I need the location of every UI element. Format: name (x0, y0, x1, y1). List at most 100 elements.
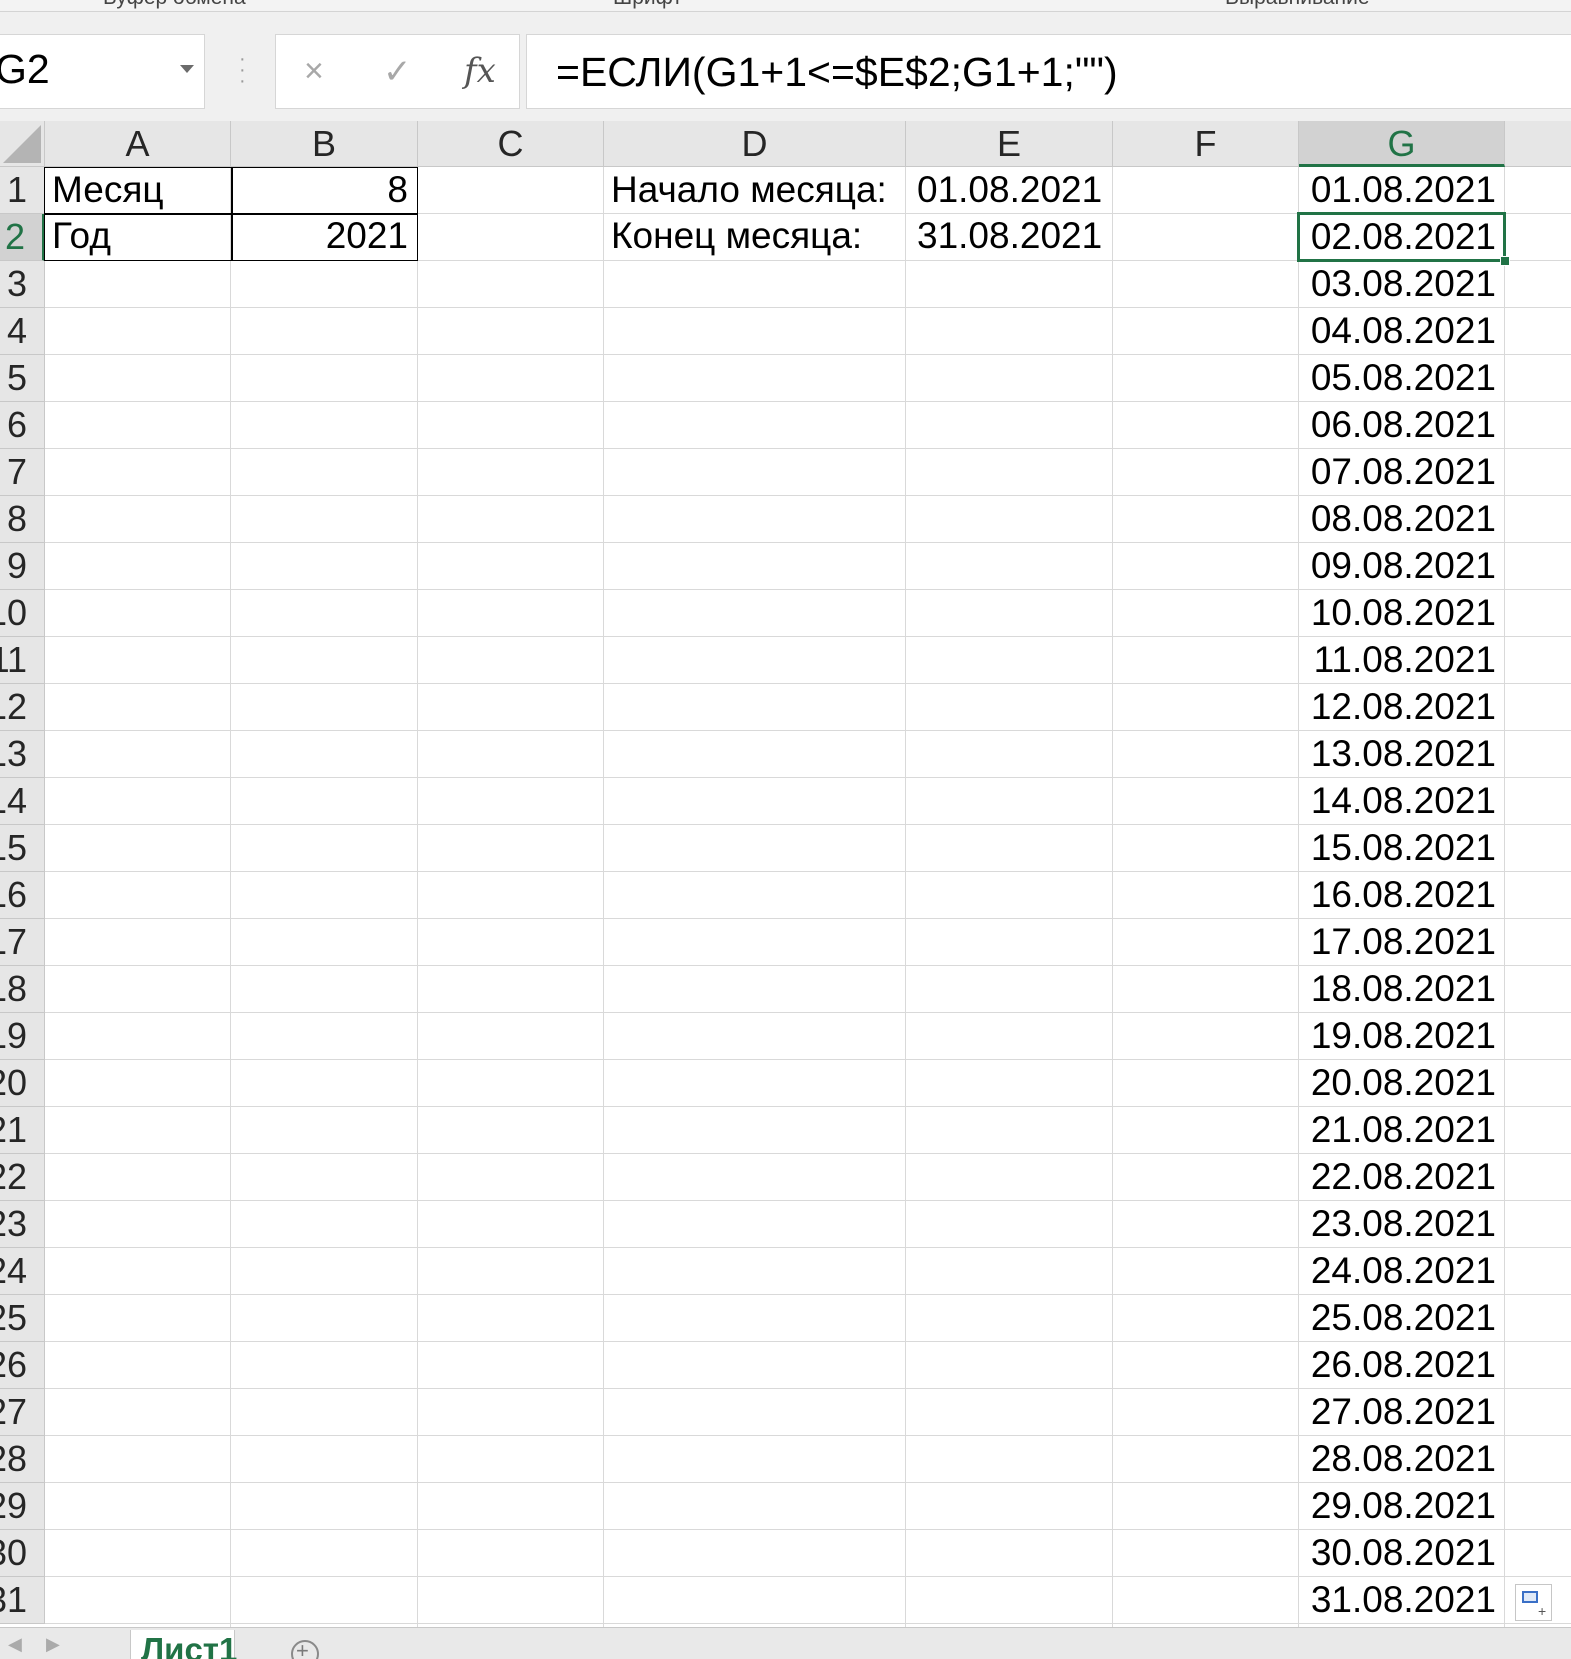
cell-g5[interactable]: 05.08.2021 (1299, 355, 1496, 401)
column-header-d[interactable]: D (604, 121, 906, 167)
cell-g18[interactable]: 18.08.2021 (1299, 966, 1496, 1012)
name-box[interactable]: G2 (0, 34, 205, 109)
row-header-29[interactable]: 29 (0, 1483, 45, 1530)
row-header-1[interactable]: 1 (0, 167, 45, 214)
row-header-30[interactable]: 30 (0, 1530, 45, 1577)
row-header-18[interactable]: 18 (0, 966, 45, 1013)
cell-g24[interactable]: 24.08.2021 (1299, 1248, 1496, 1294)
row-header-12[interactable]: 12 (0, 684, 45, 731)
row-number: 21 (0, 1109, 27, 1150)
cell-g13[interactable]: 13.08.2021 (1299, 731, 1496, 777)
formula-input[interactable]: =ЕСЛИ(G1+1<=$E$2;G1+1;"") (526, 34, 1571, 109)
cell-g30[interactable]: 30.08.2021 (1299, 1530, 1496, 1576)
row-header-25[interactable]: 25 (0, 1295, 45, 1342)
row-header-20[interactable]: 20 (0, 1060, 45, 1107)
row-header-16[interactable]: 16 (0, 872, 45, 919)
scroll-left-icon[interactable]: ◀ (8, 1634, 22, 1655)
cell-g3[interactable]: 03.08.2021 (1299, 261, 1496, 307)
ribbon-group-font[interactable]: Шрифт (613, 0, 682, 10)
column-header-e[interactable]: E (906, 121, 1113, 167)
quick-analysis-icon[interactable]: + (1515, 1584, 1552, 1621)
cell-g26[interactable]: 26.08.2021 (1299, 1342, 1496, 1388)
fill-handle[interactable] (1500, 256, 1510, 266)
row-number: 27 (0, 1391, 27, 1432)
insert-function-icon[interactable]: fx (464, 51, 496, 91)
row-header-21[interactable]: 21 (0, 1107, 45, 1154)
formula-bar-resize-handle[interactable]: · · · (239, 49, 246, 91)
row-number: 31 (0, 1579, 27, 1620)
enter-check-icon[interactable]: ✓ (383, 52, 412, 92)
row-number: 11 (0, 639, 27, 680)
column-header-g[interactable]: G (1299, 121, 1505, 167)
row-header-10[interactable]: 10 (0, 590, 45, 637)
column-header-a[interactable]: A (45, 121, 231, 167)
cell-g31[interactable]: 31.08.2021 (1299, 1577, 1496, 1623)
row-header-19[interactable]: 19 (0, 1013, 45, 1060)
row-number: 12 (0, 686, 27, 727)
cell-g14[interactable]: 14.08.2021 (1299, 778, 1496, 824)
row-header-28[interactable]: 28 (0, 1436, 45, 1483)
cell-g17[interactable]: 17.08.2021 (1299, 919, 1496, 965)
column-header-next[interactable] (1505, 121, 1571, 167)
cancel-icon[interactable]: × (304, 52, 324, 91)
cell-e1[interactable]: 01.08.2021 (917, 167, 1102, 213)
sheet-tab-list1[interactable]: Лист1 (130, 1630, 237, 1659)
row-header-31[interactable]: 31 (0, 1577, 45, 1624)
cell-g19[interactable]: 19.08.2021 (1299, 1013, 1496, 1059)
cell-g6[interactable]: 06.08.2021 (1299, 402, 1496, 448)
cell-g7[interactable]: 07.08.2021 (1299, 449, 1496, 495)
cell-g22[interactable]: 22.08.2021 (1299, 1154, 1496, 1200)
cell-g28[interactable]: 28.08.2021 (1299, 1436, 1496, 1482)
cell-g8[interactable]: 08.08.2021 (1299, 496, 1496, 542)
cell-d2[interactable]: Конец месяца: (611, 213, 862, 259)
vertical-gridline (230, 167, 231, 1627)
vertical-gridline (1112, 167, 1113, 1627)
row-header-5[interactable]: 5 (0, 355, 45, 402)
column-header-f[interactable]: F (1113, 121, 1299, 167)
row-header-17[interactable]: 17 (0, 919, 45, 966)
row-header-9[interactable]: 9 (0, 543, 45, 590)
select-all-button[interactable] (0, 121, 45, 167)
cell-g11[interactable]: 11.08.2021 (1299, 637, 1496, 683)
row-header-27[interactable]: 27 (0, 1389, 45, 1436)
active-cell-border[interactable] (1297, 212, 1506, 262)
cell-g23[interactable]: 23.08.2021 (1299, 1201, 1496, 1247)
row-header-23[interactable]: 23 (0, 1201, 45, 1248)
row-number: 3 (6, 263, 27, 304)
cell-g12[interactable]: 12.08.2021 (1299, 684, 1496, 730)
cell-g27[interactable]: 27.08.2021 (1299, 1389, 1496, 1435)
row-header-22[interactable]: 22 (0, 1154, 45, 1201)
row-header-11[interactable]: 11 (0, 637, 45, 684)
cell-g9[interactable]: 09.08.2021 (1299, 543, 1496, 589)
cell-g4[interactable]: 04.08.2021 (1299, 308, 1496, 354)
row-header-13[interactable]: 13 (0, 731, 45, 778)
row-header-26[interactable]: 26 (0, 1342, 45, 1389)
row-header-8[interactable]: 8 (0, 496, 45, 543)
cell-g29[interactable]: 29.08.2021 (1299, 1483, 1496, 1529)
ribbon-group-alignment[interactable]: Выравнивание (1225, 0, 1370, 10)
cell-g20[interactable]: 20.08.2021 (1299, 1060, 1496, 1106)
cell-g15[interactable]: 15.08.2021 (1299, 825, 1496, 871)
row-header-7[interactable]: 7 (0, 449, 45, 496)
row-header-14[interactable]: 14 (0, 778, 45, 825)
ribbon-group-clipboard[interactable]: Буфер обмена (103, 0, 246, 10)
column-header-c[interactable]: C (418, 121, 604, 167)
row-header-6[interactable]: 6 (0, 402, 45, 449)
scroll-right-icon[interactable]: ▶ (46, 1634, 60, 1655)
cell-g25[interactable]: 25.08.2021 (1299, 1295, 1496, 1341)
cell-g1[interactable]: 01.08.2021 (1299, 167, 1496, 213)
row-header-24[interactable]: 24 (0, 1248, 45, 1295)
formula-bar: G2 · · · × ✓ fx =ЕСЛИ(G1+1<=$E$2;G1+1;"") (0, 12, 1571, 121)
row-header-2[interactable]: 2 (0, 214, 45, 261)
chevron-down-icon[interactable] (180, 65, 194, 73)
row-header-4[interactable]: 4 (0, 308, 45, 355)
cell-e2[interactable]: 31.08.2021 (917, 213, 1102, 259)
cell-g10[interactable]: 10.08.2021 (1299, 590, 1496, 636)
row-number: 1 (6, 169, 27, 210)
column-header-b[interactable]: B (231, 121, 418, 167)
cell-g21[interactable]: 21.08.2021 (1299, 1107, 1496, 1153)
row-header-3[interactable]: 3 (0, 261, 45, 308)
row-header-15[interactable]: 15 (0, 825, 45, 872)
cell-d1[interactable]: Начало месяца: (611, 167, 887, 213)
cell-g16[interactable]: 16.08.2021 (1299, 872, 1496, 918)
